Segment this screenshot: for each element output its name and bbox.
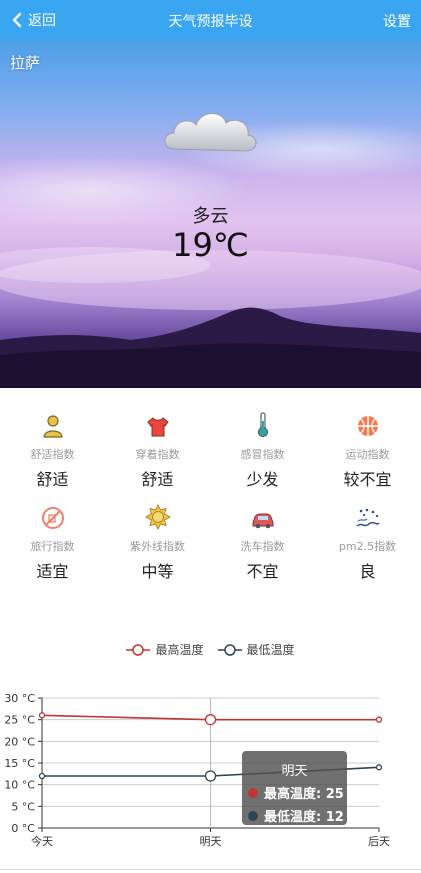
index-label: 感冒指数 [240,448,285,461]
index-value: 良 [359,562,376,581]
index-value: 舒适 [36,470,69,489]
tooltip-text: 最低温度: 12 [264,810,344,825]
page-title: 天气预报毕设 [168,14,253,30]
index-label: 紫外线指数 [130,540,185,553]
legend-label: 最高温度 [155,643,204,657]
y-tick-label: 30 °C [4,692,35,705]
chevron-left-icon [12,12,22,28]
pm-icon [355,508,380,527]
indices-row: 舒适指数 舒适 穿着指数 舒适 感冒指数 少发 运动指数 较不宜 [0,412,421,504]
y-tick-label: 10 °C [4,779,35,792]
shirt-icon [146,417,169,437]
chart-legend: 最高温度 最低温度 [0,641,421,658]
x-tick-label: 后天 [368,835,390,848]
sport-index: 运动指数 较不宜 [315,412,420,504]
x-tick-label: 明天 [200,835,222,848]
dressing-index: 穿着指数 舒适 [105,412,210,504]
weather-condition: 多云 [192,206,229,227]
index-value: 舒适 [141,470,174,489]
data-point-high [38,712,46,719]
index-value: 较不宜 [343,470,392,489]
back-label: 返回 [28,13,56,29]
index-label: 旅行指数 [30,540,75,553]
y-tick-label: 0 °C [11,822,35,835]
pm25-index: pm2.5指数 良 [315,504,420,596]
y-tick-label: 15 °C [4,757,35,770]
chart-tooltip: 明天 最高温度: 25 最低温度: 12 [242,751,347,825]
page-divider [0,869,421,870]
data-point-high [375,716,383,723]
data-point-low [38,772,46,780]
y-tick-label: 5 °C [11,800,35,813]
index-label: 运动指数 [345,448,390,461]
y-tick-label: 20 °C [4,735,35,748]
legend-item-high[interactable]: 最高温度 [126,641,204,658]
cloudy-weather-icon [164,113,257,152]
index-value: 不宜 [246,562,279,581]
app-header: 返回 天气预报毕设 设置 [0,0,421,40]
car-wash-index: 洗车指数 不宜 [210,504,315,596]
comfort-index: 舒适指数 舒适 [0,412,105,504]
index-label: 舒适指数 [30,448,75,461]
data-point-low [204,770,217,782]
life-indices: 舒适指数 舒适 穿着指数 舒适 感冒指数 少发 运动指数 较不宜 旅行指数 适宜… [0,388,421,596]
tooltip-row-low: 最低温度: 12 [248,806,347,825]
sun-icon [144,504,171,530]
data-point-low [375,764,383,771]
current-temperature: 19℃ [172,226,249,264]
index-value: 少发 [246,470,279,489]
legend-marker-high [126,643,151,656]
index-label: pm2.5指数 [338,540,397,553]
ball-icon [357,416,378,436]
person-icon [42,415,63,438]
city-name: 拉萨 [10,54,41,72]
legend-item-low[interactable]: 最低温度 [217,641,295,658]
tooltip-text: 最高温度: 25 [264,787,344,802]
settings-button[interactable]: 设置 [383,11,411,31]
data-point-high [204,714,217,726]
weather-hero: 拉萨 多云 19℃ [0,40,421,388]
travel-index: 旅行指数 适宜 [0,504,105,596]
back-button[interactable]: 返回 [12,0,56,40]
index-label: 穿着指数 [135,448,180,461]
index-label: 洗车指数 [240,540,285,553]
tooltip-dot-low [248,810,258,821]
tooltip-title: 明天 [281,764,308,779]
tooltip-row-high: 最高温度: 25 [248,783,347,802]
tooltip-dot-high [248,787,258,798]
legend-label: 最低温度 [246,643,295,657]
x-tick-label: 今天 [31,834,53,848]
cold-index: 感冒指数 少发 [210,412,315,504]
legend-marker-low [217,643,242,656]
no-travel-icon [41,507,64,529]
index-value: 适宜 [36,562,69,581]
temperature-line-chart: 0 °C5 °C10 °C15 °C20 °C25 °C30 °C今天 明天 后天 [4,692,390,848]
index-value: 中等 [141,562,174,581]
car-icon [252,513,273,529]
thermometer-icon [257,412,268,437]
indices-row: 旅行指数 适宜 紫外线指数 中等 洗车指数 不宜 pm2.5指数 良 [0,504,421,596]
uv-index: 紫外线指数 中等 [105,504,210,596]
y-tick-label: 25 °C [4,714,35,727]
